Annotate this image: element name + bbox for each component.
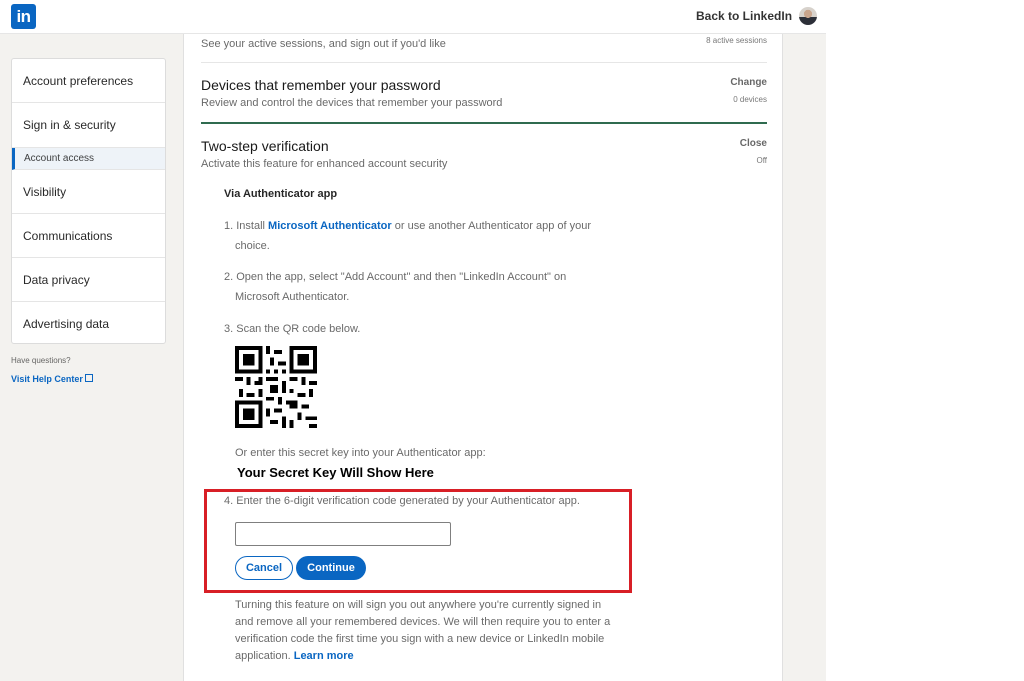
- step-1-prefix: 1. Install: [224, 220, 269, 232]
- external-link-icon: [84, 374, 93, 382]
- step-4: 4. Enter the 6-digit verification code g…: [224, 495, 580, 507]
- two-step-title: Two-step verification: [201, 138, 329, 154]
- sidebar-item-label: Visibility: [23, 184, 67, 199]
- notice-line: application. Learn more: [235, 648, 635, 665]
- sessions-count: 8 active sessions: [706, 36, 767, 45]
- authenticator-heading: Via Authenticator app: [224, 188, 338, 200]
- step-1-line2: choice.: [235, 240, 270, 252]
- devices-row[interactable]: Devices that remember your password Revi…: [201, 77, 767, 109]
- step-3: 3. Scan the QR code below.: [224, 323, 361, 335]
- active-section-divider: [201, 122, 767, 124]
- sidebar-item-communications[interactable]: Communications: [12, 214, 165, 258]
- sidebar-item-label: Sign in & security: [23, 118, 116, 132]
- sidebar-item-visibility[interactable]: Visibility: [12, 170, 165, 214]
- blank-area: [826, 0, 1024, 681]
- help-link-label: Visit Help Center: [11, 374, 83, 384]
- secret-key: Your Secret Key Will Show Here: [237, 465, 434, 480]
- sessions-subtitle: See your active sessions, and sign out i…: [201, 38, 446, 50]
- help-question: Have questions?: [11, 356, 71, 365]
- sidebar-item-label: Data privacy: [23, 272, 90, 287]
- learn-more-link[interactable]: Learn more: [294, 650, 354, 662]
- settings-main-panel: See your active sessions, and sign out i…: [183, 34, 783, 681]
- step-1: 1. Install Microsoft Authenticator or us…: [224, 216, 591, 256]
- sidebar-item-account-preferences[interactable]: Account preferences: [12, 59, 165, 103]
- devices-count: 0 devices: [733, 95, 767, 104]
- sidebar-item-sign-in-security[interactable]: Sign in & security: [12, 103, 165, 147]
- sidebar-item-advertising-data[interactable]: Advertising data: [12, 302, 165, 346]
- change-button[interactable]: Change: [730, 77, 767, 88]
- step-2: 2. Open the app, select "Add Account" an…: [224, 267, 566, 307]
- step-1-suffix: or use another Authenticator app of your: [391, 220, 592, 232]
- sign-out-notice: Turning this feature on will sign you ou…: [235, 597, 635, 665]
- microsoft-authenticator-link[interactable]: Microsoft Authenticator: [268, 220, 392, 232]
- top-header: in Back to LinkedIn: [0, 0, 826, 34]
- notice-line: and remove all your remembered devices. …: [235, 616, 611, 628]
- sidebar-group-sign-in-security: Sign in & security: [12, 103, 165, 148]
- sidebar-item-label: Advertising data: [23, 317, 110, 331]
- devices-subtitle: Review and control the devices that reme…: [201, 97, 503, 109]
- sidebar-subitem-label: Account access: [24, 153, 95, 164]
- two-step-status: Off: [756, 156, 767, 165]
- two-step-subtitle: Activate this feature for enhanced accou…: [201, 158, 448, 170]
- sidebar-item-data-privacy[interactable]: Data privacy: [12, 258, 165, 302]
- sidebar-item-label: Communications: [23, 228, 113, 243]
- devices-title: Devices that remember your password: [201, 77, 441, 93]
- step-2-line2: Microsoft Authenticator.: [235, 291, 350, 303]
- sessions-row: See your active sessions, and sign out i…: [201, 36, 767, 50]
- cancel-button[interactable]: Cancel: [235, 556, 293, 580]
- secret-key-prompt: Or enter this secret key into your Authe…: [235, 447, 486, 459]
- verification-code-input[interactable]: [235, 522, 451, 546]
- sidebar-subitem-account-access[interactable]: Account access: [12, 148, 165, 170]
- sidebar-item-label: Account preferences: [23, 73, 134, 88]
- continue-button[interactable]: Continue: [296, 556, 366, 580]
- notice-line: Turning this feature on will sign you ou…: [235, 599, 602, 611]
- close-button[interactable]: Close: [740, 138, 767, 149]
- avatar[interactable]: [799, 7, 817, 25]
- notice-line: verification code the first time you sig…: [235, 633, 605, 645]
- step-1-line1: 1. Install Microsoft Authenticator or us…: [224, 216, 591, 236]
- two-step-row: Two-step verification Activate this feat…: [201, 138, 767, 170]
- settings-sidebar: Account preferences Sign in & security A…: [11, 58, 166, 344]
- back-to-linkedin-link[interactable]: Back to LinkedIn: [696, 9, 792, 23]
- step-2-line1: 2. Open the app, select "Add Account" an…: [224, 271, 567, 283]
- qr-code-icon: [235, 346, 317, 428]
- notice-line-prefix: application.: [235, 650, 294, 662]
- divider: [201, 62, 767, 63]
- linkedin-logo-icon[interactable]: in: [11, 4, 36, 29]
- visit-help-center-link[interactable]: Visit Help Center: [11, 374, 93, 384]
